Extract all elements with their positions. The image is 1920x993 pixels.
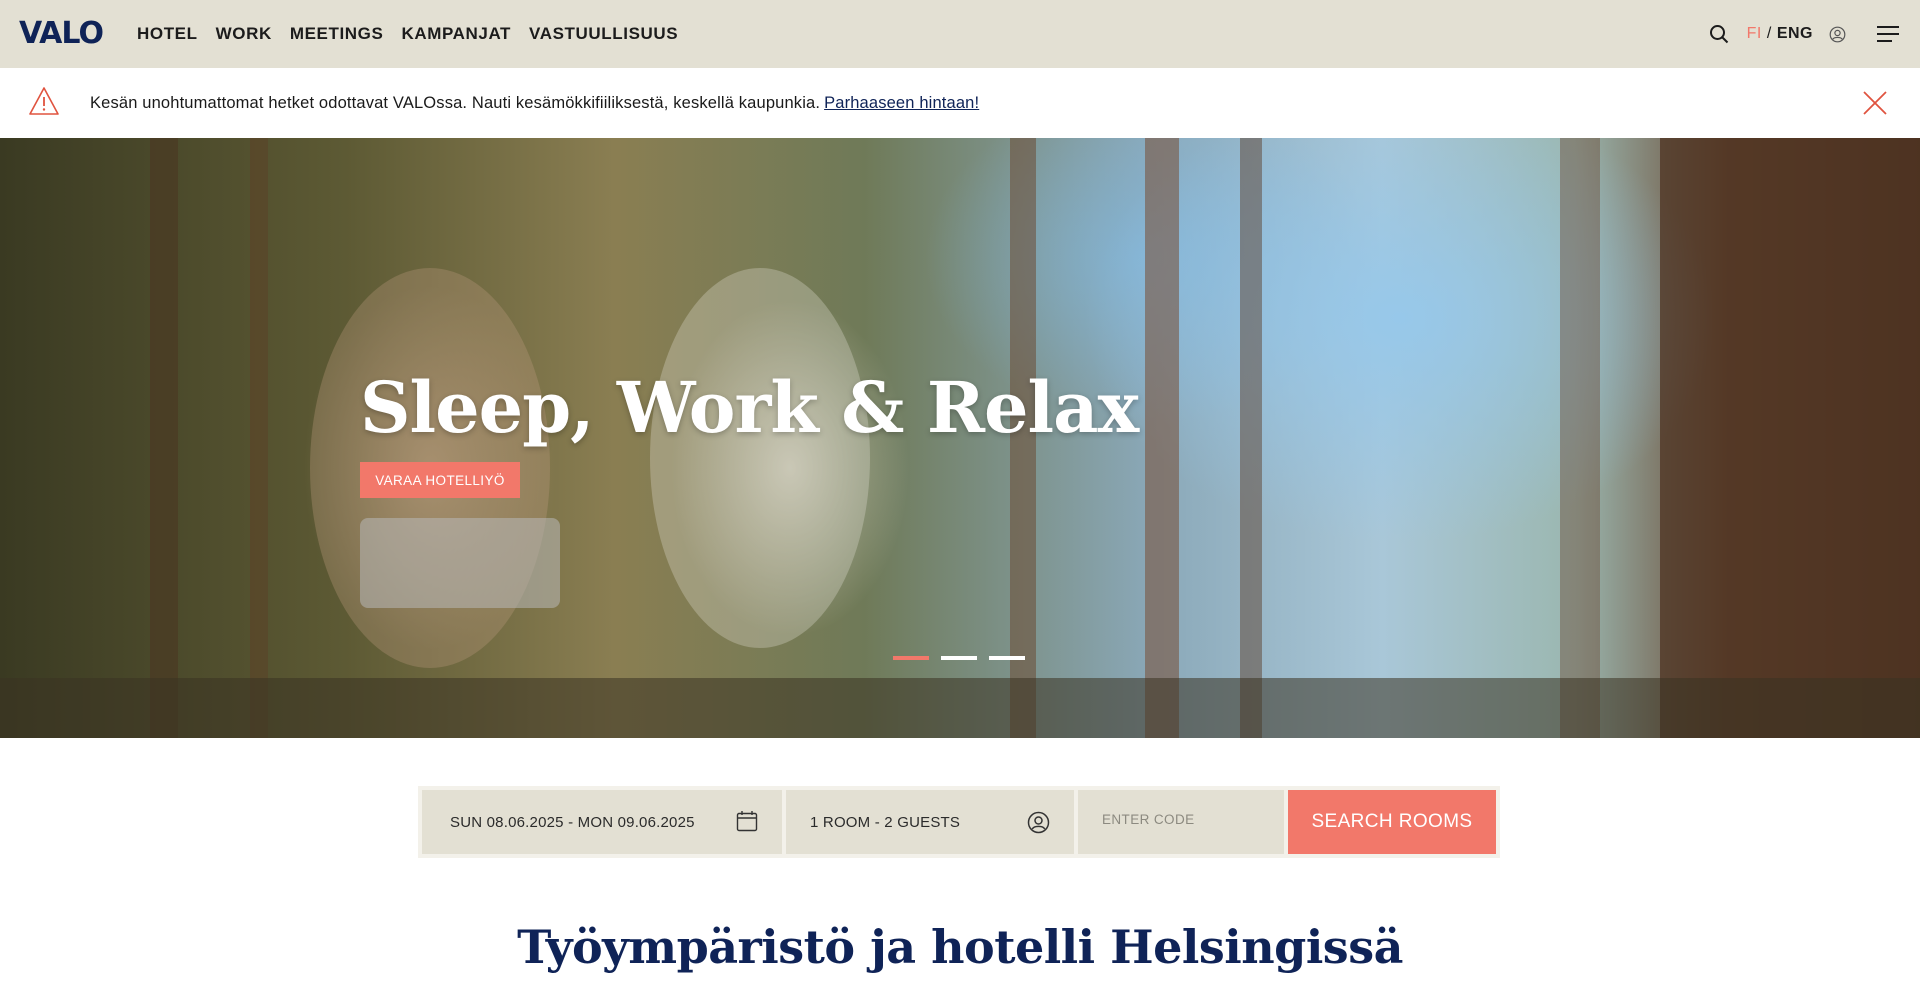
nav-item-work[interactable]: WORK: [216, 24, 272, 44]
date-range-picker[interactable]: SUN 08.06.2025 - MON 09.06.2025: [422, 790, 782, 854]
carousel-dot-2[interactable]: [941, 656, 977, 660]
nav-item-meetings[interactable]: MEETINGS: [290, 24, 384, 44]
hero-title: Sleep, Work & Relax: [360, 366, 1139, 449]
nav-item-kampanjat[interactable]: KAMPANJAT: [401, 24, 511, 44]
carousel-dot-3[interactable]: [989, 656, 1025, 660]
carousel-indicators: [893, 656, 1025, 660]
promo-code-placeholder: ENTER CODE: [1102, 812, 1195, 827]
guests-selector[interactable]: 1 ROOM - 2 GUESTS: [786, 790, 1074, 854]
user-circle-icon: [1027, 811, 1050, 839]
nav-item-hotel[interactable]: HOTEL: [137, 24, 198, 44]
lang-eng[interactable]: ENG: [1777, 25, 1813, 42]
lang-separator: /: [1766, 25, 1772, 42]
campaign-alert: Kesän unohtumattomat hetket odottavat VA…: [0, 68, 1920, 138]
close-icon[interactable]: [1862, 90, 1888, 121]
calendar-icon: [736, 810, 758, 837]
book-hotel-night-button[interactable]: VARAA HOTELLIYÖ: [360, 462, 520, 498]
booking-bar: SUN 08.06.2025 - MON 09.06.2025 1 ROOM -…: [418, 786, 1500, 858]
carousel-dot-1[interactable]: [893, 656, 929, 660]
guests-value: 1 ROOM - 2 GUESTS: [810, 813, 961, 831]
alert-text: Kesän unohtumattomat hetket odottavat VA…: [90, 93, 821, 112]
main-nav: HOTEL WORK MEETINGS KAMPANJAT VASTUULLIS…: [137, 0, 678, 68]
alert-message: Kesän unohtumattomat hetket odottavat VA…: [90, 68, 979, 138]
nav-item-vastuullisuus[interactable]: VASTUULLISUUS: [529, 24, 678, 44]
lang-fi[interactable]: FI: [1747, 25, 1762, 42]
promo-code-input[interactable]: ENTER CODE: [1078, 790, 1284, 854]
header-actions: FI / ENG: [1709, 0, 1900, 68]
date-range-value: SUN 08.06.2025 - MON 09.06.2025: [450, 813, 695, 831]
alert-link[interactable]: Parhaaseen hintaan!: [824, 94, 979, 113]
menu-icon[interactable]: [1876, 24, 1900, 44]
logo-text[interactable]: VALO: [19, 16, 104, 51]
search-rooms-button[interactable]: SEARCH ROOMS: [1288, 790, 1496, 854]
site-header: VALO HOTEL WORK MEETINGS KAMPANJAT VASTU…: [0, 0, 1920, 68]
search-icon[interactable]: [1709, 24, 1729, 44]
valo-logo[interactable]: VALO: [19, 19, 107, 49]
language-switcher: FI / ENG: [1747, 25, 1813, 43]
user-icon[interactable]: [1829, 26, 1846, 43]
section-title: Työympäristö ja hotelli Helsingissä: [517, 920, 1403, 974]
hero-carousel: Sleep, Work & Relax VARAA HOTELLIYÖ: [0, 138, 1920, 738]
warning-icon: [28, 86, 60, 121]
